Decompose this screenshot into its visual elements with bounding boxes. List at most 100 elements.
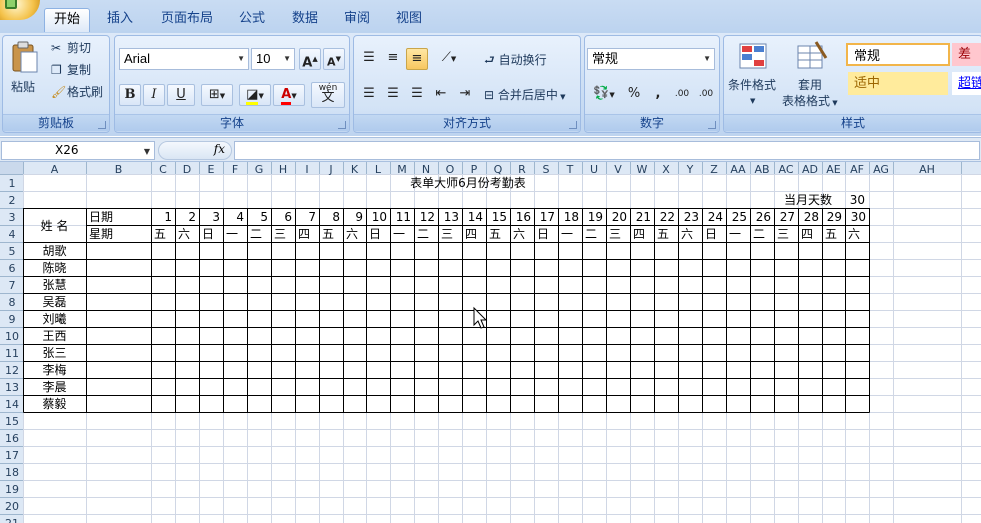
select-all-corner[interactable] <box>0 162 23 174</box>
column-header[interactable]: Q <box>494 163 503 176</box>
shrink-font-button[interactable]: A▼ <box>323 48 345 70</box>
row-header[interactable]: 20 <box>5 500 19 513</box>
row-header[interactable]: 8 <box>9 296 16 309</box>
column-header[interactable]: AD <box>802 163 818 176</box>
underline-button[interactable]: U <box>167 84 195 106</box>
column-header[interactable]: Z <box>710 163 718 176</box>
cell-style-bad[interactable]: 差 <box>952 43 981 66</box>
number-dialog-launcher-icon[interactable] <box>708 121 716 129</box>
column-header[interactable]: W <box>637 163 648 176</box>
row-header[interactable]: 4 <box>9 228 16 241</box>
font-color-button[interactable]: A▼ <box>273 84 305 106</box>
tab-home[interactable]: 开始 <box>44 8 90 32</box>
align-middle-button[interactable]: ≡ <box>382 48 404 70</box>
format-painter-button[interactable]: 🖌 格式刷 <box>51 83 109 101</box>
column-header[interactable]: AG <box>873 163 889 176</box>
tab-view[interactable]: 视图 <box>389 8 429 32</box>
column-header[interactable]: X <box>662 163 670 176</box>
column-header[interactable]: AH <box>919 163 935 176</box>
column-header[interactable]: T <box>566 163 574 176</box>
column-header[interactable]: O <box>446 163 455 176</box>
column-header[interactable]: G <box>255 163 264 176</box>
font-size-combo[interactable]: 10 ▼ <box>251 48 295 70</box>
borders-button[interactable]: ⊞▼ <box>201 84 233 106</box>
column-header[interactable]: D <box>183 163 191 176</box>
formula-input[interactable] <box>234 141 980 160</box>
phonetic-button[interactable]: wén 文 <box>311 82 345 108</box>
row-header[interactable]: 11 <box>5 347 19 360</box>
cell-style-neutral[interactable]: 适中 <box>848 72 948 95</box>
row-header[interactable]: 7 <box>9 279 16 292</box>
paste-button[interactable]: 粘贴 <box>6 38 44 100</box>
column-header[interactable]: AE <box>826 163 841 176</box>
row-header[interactable]: 9 <box>9 313 16 326</box>
row-header[interactable]: 18 <box>5 466 19 479</box>
column-header[interactable]: C <box>159 163 167 176</box>
tab-review[interactable]: 审阅 <box>337 8 377 32</box>
row-header[interactable]: 2 <box>9 194 16 207</box>
accounting-format-button[interactable]: 💱▼ <box>589 84 619 106</box>
column-header[interactable]: A <box>51 163 59 176</box>
row-header[interactable]: 15 <box>5 415 19 428</box>
row-header[interactable]: 3 <box>9 211 16 224</box>
align-bottom-button[interactable]: ≡ <box>406 48 428 70</box>
column-header[interactable]: S <box>543 163 550 176</box>
column-header[interactable]: AF <box>850 163 864 176</box>
column-header[interactable]: B <box>115 163 123 176</box>
bold-button[interactable]: B <box>119 84 141 106</box>
column-header[interactable]: I <box>305 163 308 176</box>
column-header[interactable]: F <box>232 163 238 176</box>
align-top-button[interactable]: ☰ <box>358 48 380 70</box>
column-header[interactable]: AA <box>730 163 746 176</box>
italic-button[interactable]: I <box>143 84 165 106</box>
column-header[interactable]: E <box>208 163 215 176</box>
row-header[interactable]: 13 <box>5 381 19 394</box>
alignment-dialog-launcher-icon[interactable] <box>569 121 577 129</box>
row-header[interactable]: 17 <box>5 449 19 462</box>
align-left-button[interactable]: ☰ <box>358 84 380 106</box>
column-header[interactable]: Y <box>686 163 694 176</box>
conditional-formatting-button[interactable]: 条件格式 ▼ <box>726 38 784 110</box>
row-header[interactable]: 16 <box>5 432 19 445</box>
fill-color-button[interactable]: ◪▼ <box>239 84 271 106</box>
column-header[interactable]: M <box>397 163 407 176</box>
decrease-indent-button[interactable]: ⇤ <box>430 84 452 106</box>
row-header[interactable]: 19 <box>5 483 19 496</box>
row-header[interactable]: 12 <box>5 364 19 377</box>
column-header[interactable]: P <box>471 163 478 176</box>
row-header[interactable]: 5 <box>9 245 16 258</box>
column-header[interactable]: K <box>351 163 359 176</box>
office-button[interactable] <box>0 0 40 20</box>
column-header[interactable]: U <box>590 163 598 176</box>
tab-formulas[interactable]: 公式 <box>232 8 272 32</box>
copy-button[interactable]: ❐ 复制 <box>51 61 109 79</box>
tab-data[interactable]: 数据 <box>285 8 325 32</box>
row-header[interactable]: 21 <box>5 517 19 523</box>
name-box[interactable]: X26 ▼ <box>1 141 155 160</box>
font-name-combo[interactable]: Arial ▼ <box>119 48 249 70</box>
column-header[interactable]: AC <box>778 163 793 176</box>
decrease-decimal-button[interactable]: .00 <box>695 84 717 106</box>
column-header[interactable]: J <box>328 163 332 176</box>
increase-indent-button[interactable]: ⇥ <box>454 84 476 106</box>
comma-style-button[interactable]: , <box>647 84 669 106</box>
wrap-text-button[interactable]: ⮐ 自动换行 <box>484 51 547 69</box>
orientation-button[interactable]: ⟋▼ <box>434 48 464 70</box>
row-header[interactable]: 1 <box>9 177 16 190</box>
merge-center-button[interactable]: ⊟ 合并后居中 ▼ <box>484 86 566 106</box>
tab-page-layout[interactable]: 页面布局 <box>157 8 217 32</box>
align-right-button[interactable]: ☰ <box>406 84 428 106</box>
percent-style-button[interactable]: % <box>623 84 645 106</box>
insert-function-button[interactable]: fx <box>158 141 232 160</box>
column-header[interactable]: R <box>518 163 526 176</box>
cell-style-hyperlink[interactable]: 超链 <box>952 72 981 95</box>
column-header[interactable]: H <box>279 163 287 176</box>
increase-decimal-button[interactable]: .00 <box>671 84 693 106</box>
row-header[interactable]: 6 <box>9 262 16 275</box>
grow-font-button[interactable]: A▲ <box>299 48 321 70</box>
column-header[interactable]: L <box>375 163 382 176</box>
align-center-button[interactable]: ☰ <box>382 84 404 106</box>
column-header[interactable]: V <box>614 163 622 176</box>
tab-insert[interactable]: 插入 <box>100 8 140 32</box>
column-header[interactable]: N <box>422 163 430 176</box>
